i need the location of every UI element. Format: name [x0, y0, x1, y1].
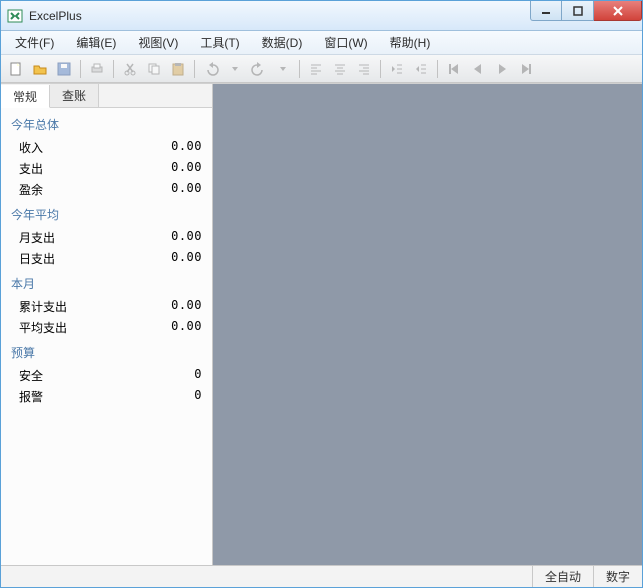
tab-ledger[interactable]: 查账	[50, 84, 99, 107]
outdent-button[interactable]	[386, 58, 408, 80]
menu-window[interactable]: 窗口(W)	[318, 32, 373, 53]
redo-button[interactable]	[248, 58, 270, 80]
separator	[437, 60, 438, 78]
minimize-button[interactable]	[530, 1, 562, 21]
summary-label: 报警	[19, 388, 43, 405]
indent-button[interactable]	[410, 58, 432, 80]
summary-panel: 今年总体收入 0.00 支出 0.00 盈余 0.00 今年平均月支出 0.00 日支出 0.00…	[1, 108, 212, 565]
app-window: ExcelPlus 文件(F) 编辑(E) 视图(V) 工具(T) 数据(D) …	[0, 0, 643, 588]
menu-edit[interactable]: 编辑(E)	[70, 32, 122, 53]
summary-label: 收入	[19, 139, 43, 156]
copy-button[interactable]	[143, 58, 165, 80]
separator	[194, 60, 195, 78]
titlebar: ExcelPlus	[1, 1, 642, 31]
sidebar-tabs: 常规 查账	[1, 84, 212, 108]
redo-dropdown-icon[interactable]	[272, 58, 294, 80]
summary-value: 0.00	[171, 229, 202, 246]
app-icon	[7, 8, 23, 24]
menu-tools[interactable]: 工具(T)	[194, 32, 245, 53]
align-left-button[interactable]	[305, 58, 327, 80]
separator	[299, 60, 300, 78]
summary-value: 0.00	[171, 319, 202, 336]
group-header: 本月	[11, 275, 202, 292]
summary-row: 盈余 0.00	[11, 179, 202, 200]
new-button[interactable]	[5, 58, 27, 80]
summary-row: 累计支出 0.00	[11, 296, 202, 317]
status-mode: 全自动	[532, 566, 593, 587]
nav-first-button[interactable]	[443, 58, 465, 80]
nav-prev-button[interactable]	[467, 58, 489, 80]
menu-help[interactable]: 帮助(H)	[384, 32, 437, 53]
save-button[interactable]	[53, 58, 75, 80]
undo-dropdown-icon[interactable]	[224, 58, 246, 80]
summary-label: 盈余	[19, 181, 43, 198]
summary-row: 日支出 0.00	[11, 248, 202, 269]
summary-row: 月支出 0.00	[11, 227, 202, 248]
summary-value: 0.00	[171, 250, 202, 267]
summary-label: 支出	[19, 160, 43, 177]
group-header: 今年总体	[11, 116, 202, 133]
nav-next-button[interactable]	[491, 58, 513, 80]
align-right-button[interactable]	[353, 58, 375, 80]
summary-row: 报警 0	[11, 386, 202, 407]
summary-label: 平均支出	[19, 319, 67, 336]
separator	[113, 60, 114, 78]
summary-row: 收入 0.00	[11, 137, 202, 158]
client-area: 常规 查账 今年总体收入0.00支出0.00盈余0.00今年平均月支出0.00日…	[1, 83, 642, 565]
summary-label: 安全	[19, 367, 43, 384]
summary-value: 0	[194, 388, 202, 405]
summary-value: 0	[194, 367, 202, 384]
app-title: ExcelPlus	[29, 9, 82, 23]
summary-row: 支出 0.00	[11, 158, 202, 179]
open-button[interactable]	[29, 58, 51, 80]
summary-value: 0.00	[171, 160, 202, 177]
paste-button[interactable]	[167, 58, 189, 80]
undo-button[interactable]	[200, 58, 222, 80]
summary-label: 日支出	[19, 250, 55, 267]
toolbar	[1, 55, 642, 83]
status-indicator: 数字	[593, 566, 642, 587]
sidebar: 常规 查账 今年总体收入0.00支出0.00盈余0.00今年平均月支出0.00日…	[1, 84, 213, 565]
workspace	[213, 84, 642, 565]
window-controls	[530, 1, 642, 21]
nav-last-button[interactable]	[515, 58, 537, 80]
summary-value: 0.00	[171, 181, 202, 198]
summary-row: 平均支出 0.00	[11, 317, 202, 338]
summary-value: 0.00	[171, 139, 202, 156]
menu-data[interactable]: 数据(D)	[256, 32, 309, 53]
print-button[interactable]	[86, 58, 108, 80]
separator	[80, 60, 81, 78]
close-button[interactable]	[594, 1, 642, 21]
summary-label: 月支出	[19, 229, 55, 246]
menubar: 文件(F) 编辑(E) 视图(V) 工具(T) 数据(D) 窗口(W) 帮助(H…	[1, 31, 642, 55]
summary-label: 累计支出	[19, 298, 67, 315]
summary-row: 安全 0	[11, 365, 202, 386]
align-center-button[interactable]	[329, 58, 351, 80]
tab-general[interactable]: 常规	[1, 85, 50, 108]
status-spacer	[1, 566, 532, 587]
menu-view[interactable]: 视图(V)	[132, 32, 184, 53]
statusbar: 全自动 数字	[1, 565, 642, 587]
cut-button[interactable]	[119, 58, 141, 80]
maximize-button[interactable]	[562, 1, 594, 21]
group-header: 今年平均	[11, 206, 202, 223]
separator	[380, 60, 381, 78]
group-header: 预算	[11, 344, 202, 361]
menu-file[interactable]: 文件(F)	[9, 32, 60, 53]
summary-value: 0.00	[171, 298, 202, 315]
